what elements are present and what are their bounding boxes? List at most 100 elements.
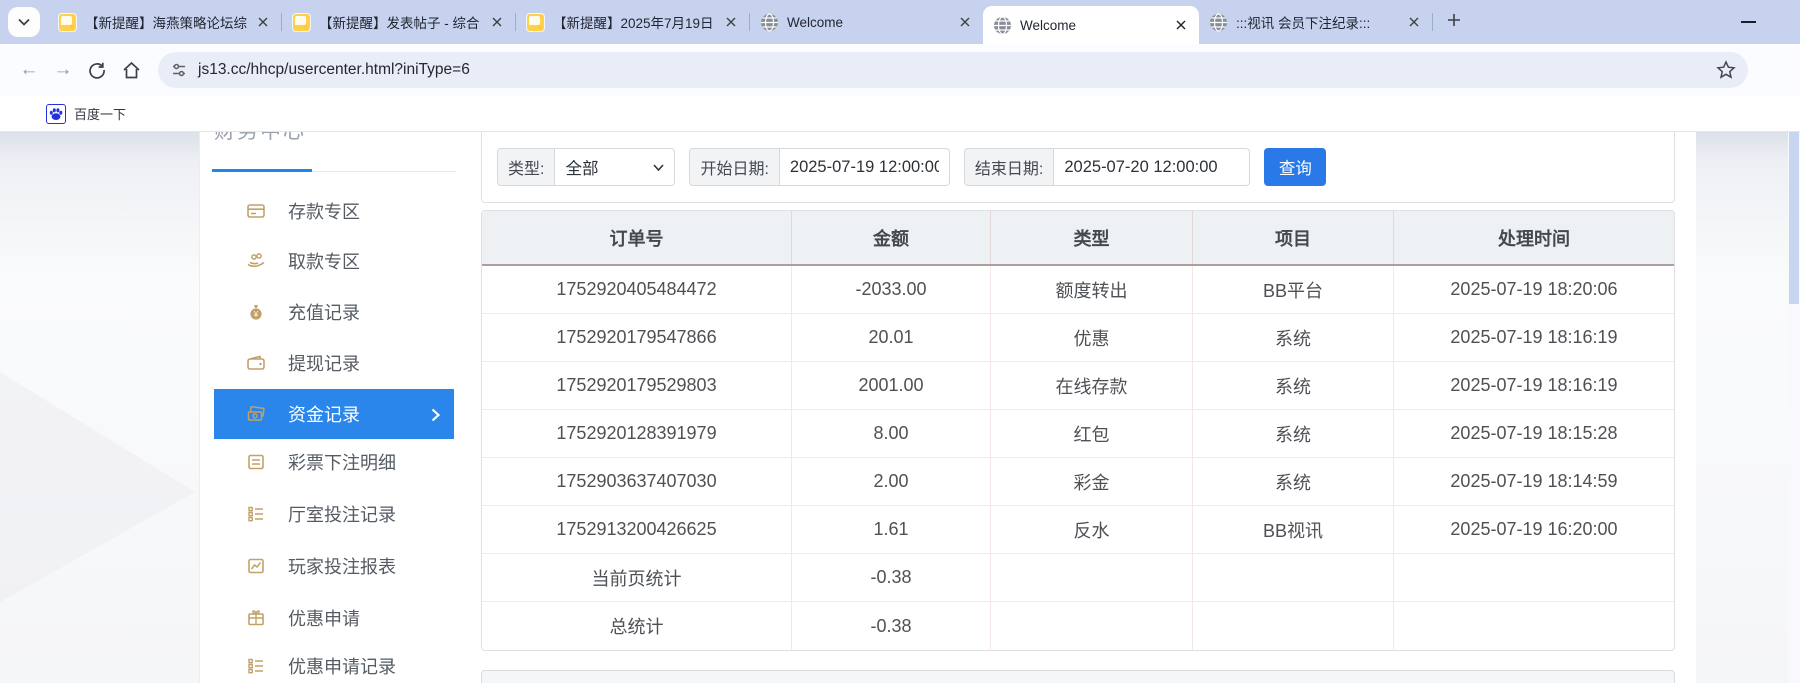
sidebar-item-funds-records[interactable]: 资金记录 [214,389,454,439]
scrollbar-thumb[interactable] [1789,132,1799,304]
chat-favicon [292,13,311,32]
cell-amount: 1.61 [792,506,991,554]
bookmark-label: 百度一下 [74,104,126,123]
sidebar-item-label: 玩家投注报表 [288,553,396,579]
globe-favicon [1209,13,1228,32]
tab-forum-1[interactable]: 【新提醒】海燕策略论坛综 [48,2,281,42]
tab-search-button[interactable] [8,7,40,37]
table-header-row: 订单号 金额 类型 项目 处理时间 [482,211,1674,266]
bookmark-baidu[interactable]: 百度一下 [46,104,126,124]
type-select[interactable]: 全部 [555,148,675,186]
sidebar-item-label: 厅室投注记录 [288,501,396,527]
sidebar-item-lottery-bet-details[interactable]: 彩票下注明细 [214,438,454,486]
tab-video-records[interactable]: :::视讯 会员下注纪录::: [1199,2,1432,42]
cell-order-no: 1752920179547866 [482,314,792,362]
close-tab-icon[interactable] [1406,14,1422,30]
background-triangle [0,372,195,602]
cell-label: 当前页统计 [482,554,792,602]
list-checklist-icon [246,656,266,676]
tab-forum-3[interactable]: 【新提醒】2025年7月19日 [516,2,749,42]
column-header-process-time: 处理时间 [1394,211,1674,264]
baidu-paw-icon [46,104,66,124]
cell-project: BB平台 [1193,266,1394,314]
table-row: 1752920405484472 -2033.00 额度转出 BB平台 2025… [482,266,1674,314]
cell-time: 2025-07-19 18:16:19 [1394,362,1674,410]
right-gutter [1696,132,1788,683]
close-tab-icon[interactable] [723,14,739,30]
browser-toolbar: ← → js13.cc/hhcp/usercenter.html?iniType… [0,44,1800,96]
reload-button[interactable] [80,53,114,87]
reload-icon [88,61,106,79]
sidebar-item-promo-apply-records[interactable]: 优惠申请记录 [214,642,454,683]
type-label: 类型: [497,148,555,186]
start-date-group: 开始日期: [689,148,949,186]
close-tab-icon[interactable] [489,14,505,30]
type-filter-group: 类型: 全部 [497,148,689,186]
cell-empty [1193,602,1394,650]
hand-money-icon [246,251,266,271]
cell-time: 2025-07-19 18:20:06 [1394,266,1674,314]
cell-empty [1394,602,1674,650]
cell-time: 2025-07-19 18:15:28 [1394,410,1674,458]
sidebar-item-withdrawal-records[interactable]: 提现记录 [214,339,454,387]
forward-button[interactable]: → [46,53,80,87]
tab-welcome-1[interactable]: Welcome [750,2,983,42]
close-tab-icon[interactable] [957,14,973,30]
cell-project: 系统 [1193,362,1394,410]
pagination-panel-clipped [481,670,1675,683]
table-row-page-total: 当前页统计 -0.38 [482,554,1674,602]
bookmark-star-icon[interactable] [1716,60,1736,80]
tab-welcome-active[interactable]: Welcome [983,6,1199,44]
type-select-value: 全部 [565,155,598,179]
cell-empty [1394,554,1674,602]
cell-amount: 2001.00 [792,362,991,410]
cell-order-no: 1752920405484472 [482,266,792,314]
chat-favicon [58,13,77,32]
tab-title: Welcome [787,15,949,30]
column-header-order-no: 订单号 [482,211,792,264]
sidebar-item-label: 优惠申请记录 [288,653,396,679]
cell-type: 额度转出 [991,266,1193,314]
new-tab-button[interactable] [1447,13,1461,32]
cell-type: 彩金 [991,458,1193,506]
column-header-project: 项目 [1193,211,1394,264]
end-date-input[interactable] [1054,148,1250,186]
sidebar-item-recharge-records[interactable]: ¥ 充值记录 [214,288,454,336]
cell-type: 优惠 [991,314,1193,362]
close-tab-icon[interactable] [255,14,271,30]
sidebar-item-deposit-zone[interactable]: 存款专区 [214,187,454,235]
chevron-down-icon [653,164,664,171]
funds-table: 订单号 金额 类型 项目 处理时间 1752920405484472 -2033… [481,210,1675,651]
sidebar-active-tab-underline [212,169,312,172]
sidebar-item-label: 取款专区 [288,248,360,274]
gift-icon [246,608,266,628]
sidebar-item-label: 提现记录 [288,350,360,376]
home-button[interactable] [114,53,148,87]
page-scrollbar[interactable] [1788,132,1800,683]
back-button[interactable]: ← [12,53,46,87]
sidebar-item-withdraw-zone[interactable]: 取款专区 [214,237,454,285]
end-date-label: 结束日期: [964,148,1054,186]
cell-amount: 20.01 [792,314,991,362]
tab-forum-2[interactable]: 【新提醒】发表帖子 - 综合 [282,2,515,42]
cell-empty [1193,554,1394,602]
url-bar[interactable]: js13.cc/hhcp/usercenter.html?iniType=6 [158,52,1748,88]
table-row: 1752920128391979 8.00 红包 系统 2025-07-19 1… [482,410,1674,458]
svg-text:¥: ¥ [253,310,259,319]
window-minimize-button[interactable] [1741,21,1756,23]
globe-favicon [993,16,1012,35]
chevron-right-icon [431,406,440,427]
query-button[interactable]: 查询 [1264,148,1326,186]
cell-time: 2025-07-19 18:16:19 [1394,314,1674,362]
end-date-group: 结束日期: [964,148,1250,186]
cash-icon [246,404,266,424]
sidebar-item-hall-bet-records[interactable]: 厅室投注记录 [214,490,454,538]
cell-amount: -2033.00 [792,266,991,314]
sidebar-item-player-bet-report[interactable]: 玩家投注报表 [214,542,454,590]
start-date-input[interactable] [780,148,950,186]
close-tab-icon[interactable] [1173,17,1189,33]
site-settings-icon[interactable] [170,61,188,79]
home-icon [122,61,141,80]
cell-empty [991,602,1193,650]
sidebar-item-promo-apply[interactable]: 优惠申请 [214,594,454,642]
